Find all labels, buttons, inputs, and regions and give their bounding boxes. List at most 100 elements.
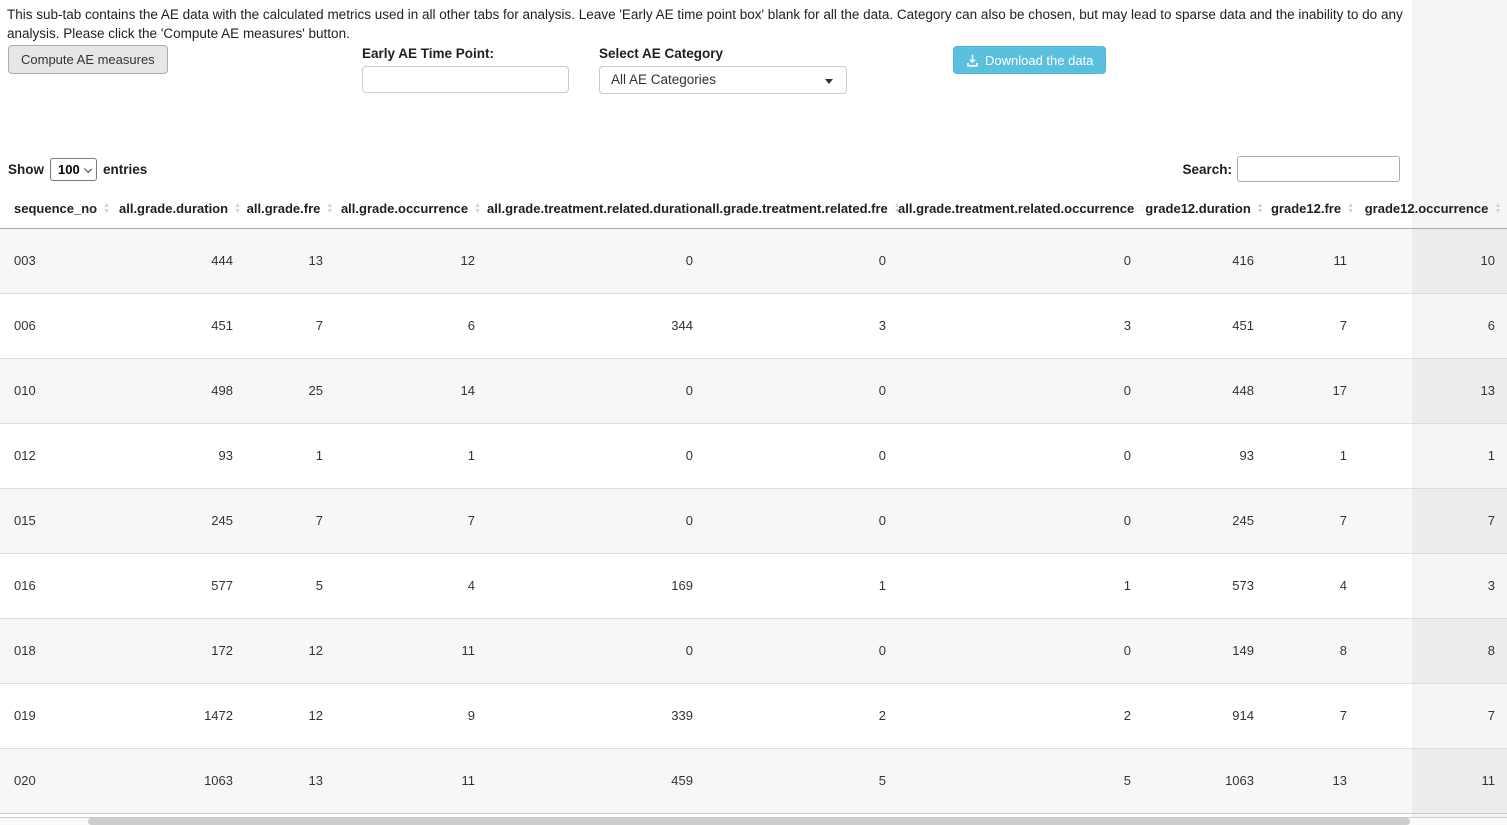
- cell-grade12.duration: 448: [1143, 358, 1266, 423]
- cell-sequence-no: 019: [0, 683, 115, 748]
- column-header-label: all.grade.occurrence: [341, 201, 468, 216]
- column-header-label: all.grade.fre: [247, 201, 321, 216]
- compute-ae-measures-button[interactable]: Compute AE measures: [8, 45, 168, 74]
- cell-sequence-no: 020: [0, 748, 115, 813]
- column-header-grade12.fre[interactable]: grade12.fre▲▼: [1266, 190, 1359, 228]
- column-header-label: all.grade.treatment.related.occurrence: [898, 201, 1134, 216]
- cell-all.grade.duration: 172: [115, 618, 245, 683]
- cell-grade12.fre: 11: [1266, 228, 1359, 293]
- cell-all.grade.duration: 1472: [115, 683, 245, 748]
- table-search-control: Search:: [1182, 156, 1400, 182]
- cell-grade12.duration: 573: [1143, 553, 1266, 618]
- cell-sequence-no: 010: [0, 358, 115, 423]
- column-header-all.grade.treatment.related.occurrence[interactable]: all.grade.treatment.related.occurrence▲▼: [898, 190, 1143, 228]
- cell-grade12.duration: 416: [1143, 228, 1266, 293]
- cell-all.grade.treatment.related.occurrence: 0: [898, 228, 1143, 293]
- cell-sequence-no: 016: [0, 553, 115, 618]
- cell-all.grade.treatment.related.duration: 0: [487, 423, 705, 488]
- entries-label: entries: [103, 162, 147, 177]
- chevron-down-icon: [84, 164, 92, 172]
- table-row-015: 0152457700024577: [0, 488, 1507, 553]
- cell-all.grade.occurrence: 12: [335, 228, 487, 293]
- table-row-018: 018172121100014988: [0, 618, 1507, 683]
- cell-all.grade.treatment.related.fre: 0: [705, 358, 898, 423]
- cell-sequence-no: 015: [0, 488, 115, 553]
- cell-all.grade.treatment.related.fre: 0: [705, 228, 898, 293]
- select-ae-category-label: Select AE Category: [599, 46, 723, 61]
- table-row-006: 006451763443345176: [0, 293, 1507, 358]
- search-input[interactable]: [1237, 156, 1400, 182]
- cell-all.grade.treatment.related.occurrence: 0: [898, 618, 1143, 683]
- ae-data-subtab: This sub-tab contains the AE data with t…: [0, 0, 1507, 825]
- horizontal-scrollbar-thumb[interactable]: [88, 818, 1410, 825]
- cell-all.grade.occurrence: 1: [335, 423, 487, 488]
- cell-all.grade.occurrence: 11: [335, 748, 487, 813]
- sort-both-icon: ▲▼: [1347, 203, 1354, 215]
- cell-sequence-no: 018: [0, 618, 115, 683]
- column-header-all.grade.treatment.related.duration[interactable]: all.grade.treatment.related.duration▲▼: [487, 190, 705, 228]
- table-header-row: sequence_no▲▼all.grade.duration▲▼all.gra…: [0, 190, 1507, 228]
- sort-both-icon: ▲▼: [326, 203, 333, 215]
- column-header-grade12.occurrence[interactable]: grade12.occurrence▲▼: [1359, 190, 1507, 228]
- cell-all.grade.treatment.related.occurrence: 1: [898, 553, 1143, 618]
- cell-all.grade.treatment.related.fre: 1: [705, 553, 898, 618]
- sort-both-icon: ▲▼: [474, 203, 481, 215]
- cell-grade12.occurrence: 10: [1359, 228, 1507, 293]
- table-row-019: 01914721293392291477: [0, 683, 1507, 748]
- cell-all.grade.treatment.related.duration: 0: [487, 488, 705, 553]
- table-row-003: 00344413120004161110: [0, 228, 1507, 293]
- subtab-description: This sub-tab contains the AE data with t…: [7, 5, 1403, 43]
- show-label: Show: [8, 162, 44, 177]
- cell-all.grade.occurrence: 11: [335, 618, 487, 683]
- cell-all.grade.treatment.related.occurrence: 0: [898, 358, 1143, 423]
- cell-all.grade.treatment.related.duration: 344: [487, 293, 705, 358]
- cell-all.grade.fre: 12: [245, 618, 335, 683]
- column-header-all.grade.duration[interactable]: all.grade.duration ▲▼: [115, 190, 245, 228]
- cell-grade12.occurrence: 6: [1359, 293, 1507, 358]
- page-length-select[interactable]: 100: [50, 158, 97, 181]
- sort-both-icon: ▲▼: [1257, 203, 1264, 215]
- horizontal-scrollbar-track: [0, 818, 1507, 825]
- column-header-all.grade.occurrence[interactable]: all.grade.occurrence ▲▼: [335, 190, 487, 228]
- cell-all.grade.treatment.related.duration: 339: [487, 683, 705, 748]
- sort-both-icon: ▲▼: [234, 203, 241, 215]
- cell-grade12.occurrence: 13: [1359, 358, 1507, 423]
- download-button-label: Download the data: [985, 53, 1093, 68]
- chevron-down-icon: [825, 79, 833, 84]
- cell-all.grade.treatment.related.fre: 0: [705, 618, 898, 683]
- cell-grade12.fre: 7: [1266, 488, 1359, 553]
- cell-grade12.fre: 13: [1266, 748, 1359, 813]
- sort-both-icon: ▲▼: [1494, 203, 1501, 215]
- cell-grade12.fre: 17: [1266, 358, 1359, 423]
- cell-all.grade.treatment.related.fre: 5: [705, 748, 898, 813]
- cell-grade12.fre: 1: [1266, 423, 1359, 488]
- cell-all.grade.treatment.related.fre: 0: [705, 423, 898, 488]
- column-header-label: all.grade.treatment.related.fre: [705, 201, 888, 216]
- cell-sequence-no: 012: [0, 423, 115, 488]
- cell-all.grade.treatment.related.fre: 0: [705, 488, 898, 553]
- cell-grade12.occurrence: 11: [1359, 748, 1507, 813]
- cell-all.grade.duration: 498: [115, 358, 245, 423]
- cell-all.grade.fre: 12: [245, 683, 335, 748]
- cell-grade12.duration: 245: [1143, 488, 1266, 553]
- column-header-all.grade.fre[interactable]: all.grade.fre ▲▼: [245, 190, 335, 228]
- column-header-sequence_no[interactable]: sequence_no▲▼: [0, 190, 115, 228]
- early-ae-time-point-input[interactable]: [362, 66, 569, 93]
- cell-all.grade.treatment.related.duration: 0: [487, 358, 705, 423]
- cell-grade12.occurrence: 7: [1359, 488, 1507, 553]
- table-row-016: 016577541691157343: [0, 553, 1507, 618]
- sort-both-icon: ▲▼: [103, 203, 110, 215]
- cell-all.grade.occurrence: 6: [335, 293, 487, 358]
- cell-all.grade.duration: 577: [115, 553, 245, 618]
- column-header-label: all.grade.treatment.related.duration: [487, 201, 705, 216]
- cell-sequence-no: 003: [0, 228, 115, 293]
- column-header-all.grade.treatment.related.fre[interactable]: all.grade.treatment.related.fre▲▼: [705, 190, 898, 228]
- download-data-button[interactable]: Download the data: [953, 46, 1106, 74]
- cell-all.grade.treatment.related.occurrence: 0: [898, 423, 1143, 488]
- table-row-010: 01049825140004481713: [0, 358, 1507, 423]
- cell-all.grade.treatment.related.occurrence: 5: [898, 748, 1143, 813]
- cell-all.grade.occurrence: 14: [335, 358, 487, 423]
- column-header-label: all.grade.duration: [119, 201, 228, 216]
- ae-category-dropdown[interactable]: All AE Categories: [599, 66, 847, 94]
- column-header-grade12.duration[interactable]: grade12.duration▲▼: [1143, 190, 1266, 228]
